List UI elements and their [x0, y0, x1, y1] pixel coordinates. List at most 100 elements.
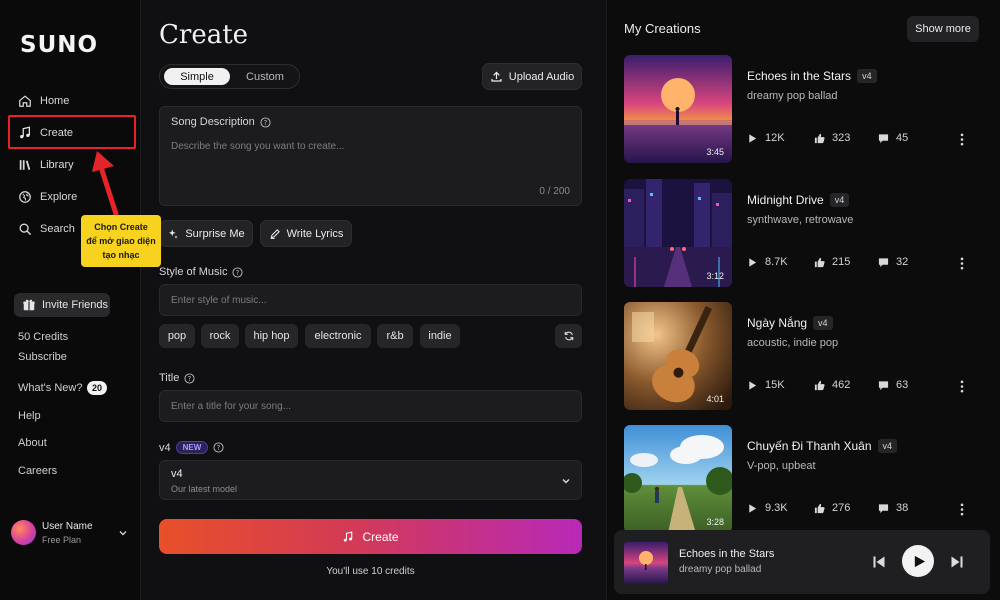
help-circle-icon[interactable]: ? [213, 442, 224, 453]
song-style: acoustic, indie pop [747, 337, 839, 349]
more-options-icon[interactable] [957, 502, 967, 516]
more-options-icon[interactable] [957, 256, 967, 270]
help-circle-icon[interactable]: ? [232, 266, 244, 278]
invite-friends-icon [23, 299, 35, 311]
song-duration: 3:12 [706, 271, 724, 281]
song-stats: 12K 323 45 [747, 132, 987, 146]
upload-icon [491, 71, 502, 82]
model-select[interactable]: v4 Our latest model [159, 460, 582, 500]
character-counter: 0 / 200 [539, 186, 570, 197]
player-subtitle: dreamy pop ballad [679, 564, 762, 575]
comment-stat[interactable]: 38 [878, 502, 908, 514]
skip-forward-icon[interactable] [950, 555, 964, 569]
like-count: 215 [832, 256, 851, 268]
upload-audio-button[interactable]: Upload Audio [482, 63, 582, 90]
style-chip-rock[interactable]: rock [201, 324, 239, 348]
song-thumbnail[interactable]: 4:01 [624, 302, 732, 410]
thumbs-up-icon [814, 257, 825, 267]
suno-logo[interactable]: SUNO [20, 32, 98, 58]
like-stat[interactable]: 215 [814, 256, 850, 268]
annotation-tooltip: Chọn Create để mở giao diện tạo nhạc [81, 215, 161, 267]
chevron-down-icon [562, 479, 570, 484]
show-more-button[interactable]: Show more [907, 16, 979, 42]
song-card[interactable]: 4:01 Ngày Nắng v4 acoustic, indie pop 15… [607, 302, 1000, 414]
comment-icon [878, 380, 889, 390]
song-title[interactable]: Ngày Nắng [747, 316, 807, 330]
nav-home[interactable]: Home [18, 91, 69, 111]
song-description-label: Song Description [171, 116, 255, 128]
song-duration: 4:01 [706, 394, 724, 404]
style-chip-rnb[interactable]: r&b [377, 324, 413, 348]
library-icon [19, 160, 31, 170]
play-pause-button[interactable] [902, 545, 934, 577]
like-stat[interactable]: 276 [814, 502, 850, 514]
refresh-styles-button[interactable] [555, 324, 582, 348]
user-plan: Free Plan [42, 535, 82, 545]
about-link[interactable]: About [18, 437, 47, 449]
nav-explore[interactable]: Explore [18, 187, 77, 207]
play-stat[interactable]: 8.7K [747, 256, 788, 268]
style-chip-hip-hop[interactable]: hip hop [245, 324, 298, 348]
like-count: 462 [832, 379, 851, 391]
player-title: Echoes in the Stars [679, 548, 775, 560]
create-button[interactable]: Create [159, 519, 582, 554]
play-stat[interactable]: 9.3K [747, 502, 788, 514]
play-count: 15K [765, 379, 785, 391]
creations-panel: My Creations Show more 3:45 Echoes in th… [607, 0, 1000, 600]
creations-title: My Creations [624, 21, 701, 36]
more-options-icon[interactable] [957, 132, 967, 146]
song-thumbnail[interactable]: 3:28 [624, 425, 732, 533]
skip-back-icon[interactable] [872, 555, 886, 569]
song-title[interactable]: Echoes in the Stars [747, 69, 851, 83]
song-title[interactable]: Chuyến Đi Thanh Xuân [747, 439, 872, 453]
annotation-line-2: để mở giao diện [86, 236, 156, 246]
version-badge: v4 [857, 69, 877, 83]
more-options-icon[interactable] [957, 379, 967, 393]
like-count: 323 [832, 132, 851, 144]
comment-stat[interactable]: 45 [878, 132, 908, 144]
comment-icon [878, 133, 889, 143]
song-card[interactable]: 3:12 Midnight Drive v4 synthwave, retrow… [607, 179, 1000, 291]
play-stat[interactable]: 15K [747, 379, 785, 391]
nav-search[interactable]: Search [18, 219, 75, 239]
nav-library[interactable]: Library [18, 155, 74, 175]
song-card[interactable]: 3:45 Echoes in the Stars v4 dreamy pop b… [607, 55, 1000, 167]
avatar[interactable] [11, 520, 36, 545]
subscribe-link[interactable]: Subscribe [18, 351, 67, 363]
player-thumbnail[interactable] [624, 542, 668, 584]
song-title-row: Echoes in the Stars v4 [747, 69, 877, 83]
song-thumbnail[interactable]: 3:45 [624, 55, 732, 163]
careers-link[interactable]: Careers [18, 465, 57, 477]
like-stat[interactable]: 323 [814, 132, 850, 144]
style-placeholder: Enter style of music... [171, 295, 267, 306]
whats-new-link[interactable]: What's New? [18, 382, 82, 394]
tab-simple[interactable]: Simple [164, 68, 230, 85]
like-stat[interactable]: 462 [814, 379, 850, 391]
style-label: Style of Music [159, 266, 228, 278]
help-link[interactable]: Help [18, 410, 41, 422]
tab-custom[interactable]: Custom [234, 68, 296, 85]
help-circle-icon[interactable]: ? [260, 116, 271, 128]
style-chip-pop[interactable]: pop [159, 324, 195, 348]
help-circle-icon[interactable]: ? [184, 372, 195, 384]
write-lyrics-button[interactable]: Write Lyrics [260, 220, 352, 247]
invite-friends-button[interactable]: Invite Friends [14, 293, 110, 317]
song-title[interactable]: Midnight Drive [747, 193, 824, 207]
song-description-field[interactable]: Song Description ? Describe the song you… [159, 106, 582, 206]
surprise-me-button[interactable]: Surprise Me [159, 220, 253, 247]
song-thumbnail[interactable]: 3:12 [624, 179, 732, 287]
chevron-down-icon[interactable] [118, 528, 128, 538]
comment-stat[interactable]: 63 [878, 379, 908, 391]
write-lyrics-label: Write Lyrics [286, 227, 344, 240]
svg-text:?: ? [236, 268, 240, 276]
model-selected-value: v4 [171, 468, 183, 480]
play-stat[interactable]: 12K [747, 132, 785, 144]
comment-stat[interactable]: 32 [878, 256, 908, 268]
play-icon [749, 257, 757, 267]
user-name[interactable]: User Name [42, 521, 93, 532]
song-card[interactable]: 3:28 Chuyến Đi Thanh Xuân v4 V-pop, upbe… [607, 425, 1000, 537]
style-chip-electronic[interactable]: electronic [305, 324, 371, 348]
style-input[interactable]: Enter style of music... [159, 284, 582, 316]
title-input[interactable]: Enter a title for your song... [159, 390, 582, 422]
style-chip-indie[interactable]: indie [420, 324, 460, 348]
